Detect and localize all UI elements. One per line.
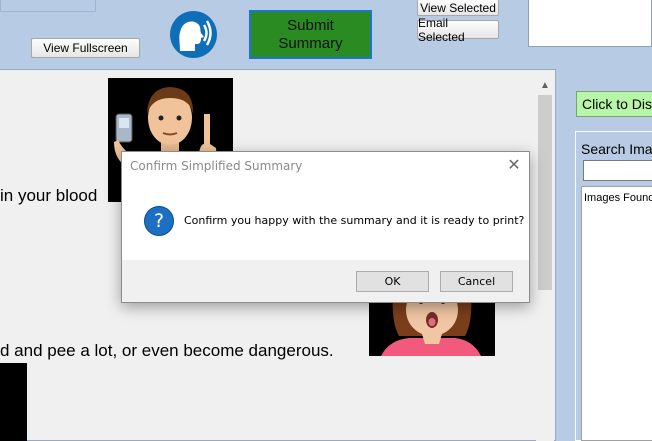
dialog-title: Confirm Simplified Summary (130, 159, 303, 173)
images-found-label: Images Found (584, 192, 652, 204)
scroll-up-arrow-icon[interactable]: ▲ (536, 77, 554, 94)
scroll-thumb[interactable] (538, 95, 552, 290)
preview-box (528, 0, 652, 47)
view-selected-button[interactable]: View Selected (417, 0, 499, 16)
submit-label-line1: Submit (287, 16, 334, 34)
ok-button[interactable]: OK (356, 271, 429, 292)
submit-summary-button[interactable]: Submit Summary (249, 10, 372, 59)
images-found-list[interactable] (581, 186, 652, 441)
click-to-disable-button[interactable]: Click to Disa (576, 91, 652, 117)
search-images-label: Search Imag (581, 141, 652, 157)
submit-label-line2: Summary (278, 34, 343, 52)
dialog-message: Confirm you happy with the summary and i… (184, 214, 525, 227)
partial-image (0, 363, 27, 441)
email-selected-button[interactable]: Email Selected (417, 16, 499, 44)
document-text-line: d and pee a lot, or even become dangerou… (0, 341, 334, 360)
question-icon: ? (144, 206, 174, 236)
speaking-head-icon[interactable] (170, 11, 217, 58)
top-left-panel (0, 0, 96, 12)
search-images-input[interactable] (583, 160, 652, 181)
view-fullscreen-button[interactable]: View Fullscreen (31, 38, 140, 58)
close-icon[interactable]: ✕ (505, 156, 523, 174)
cancel-button[interactable]: Cancel (440, 271, 513, 292)
document-text-line: in your blood (0, 186, 98, 205)
